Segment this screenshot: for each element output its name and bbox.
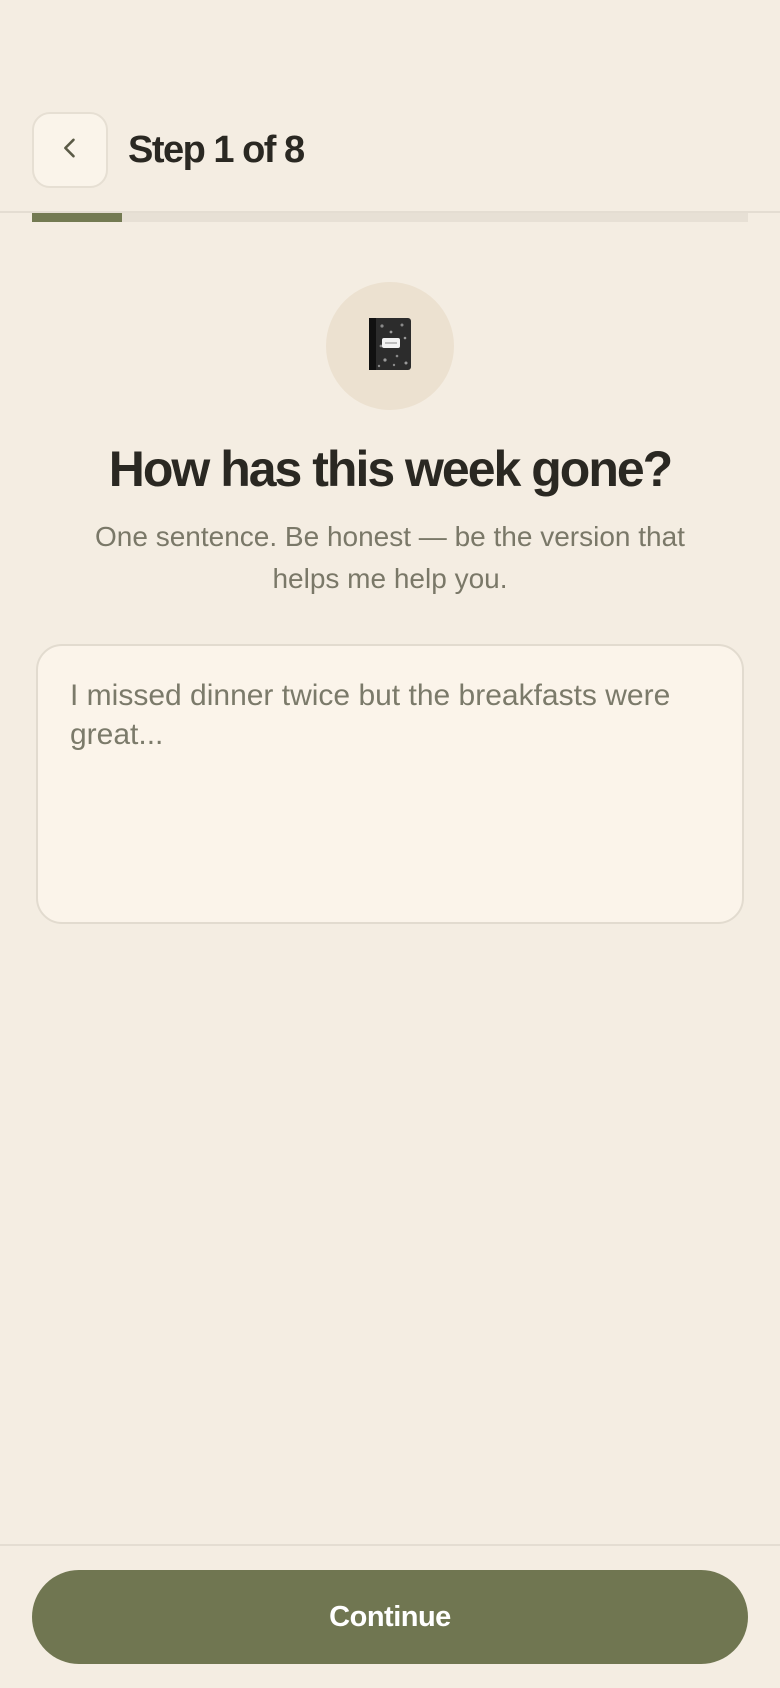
answer-textarea[interactable] xyxy=(36,644,744,924)
progress-bar xyxy=(32,213,748,222)
question-subtitle: One sentence. Be honest — be the version… xyxy=(95,521,685,594)
header: Step 1 of 8 xyxy=(0,0,780,213)
progress-bar-fill xyxy=(32,213,122,222)
chevron-left-icon xyxy=(56,134,84,167)
question-heading: How has this week gone? xyxy=(108,441,673,497)
notebook-icon xyxy=(367,316,413,377)
footer-divider xyxy=(0,1544,780,1546)
emoji-badge xyxy=(326,282,454,410)
back-button[interactable] xyxy=(32,112,108,188)
onboarding-step-screen: Step 1 of 8 How has this week gone? One … xyxy=(0,0,780,1688)
continue-button[interactable]: Continue xyxy=(32,1570,748,1664)
step-title: Step 1 of 8 xyxy=(128,129,305,171)
